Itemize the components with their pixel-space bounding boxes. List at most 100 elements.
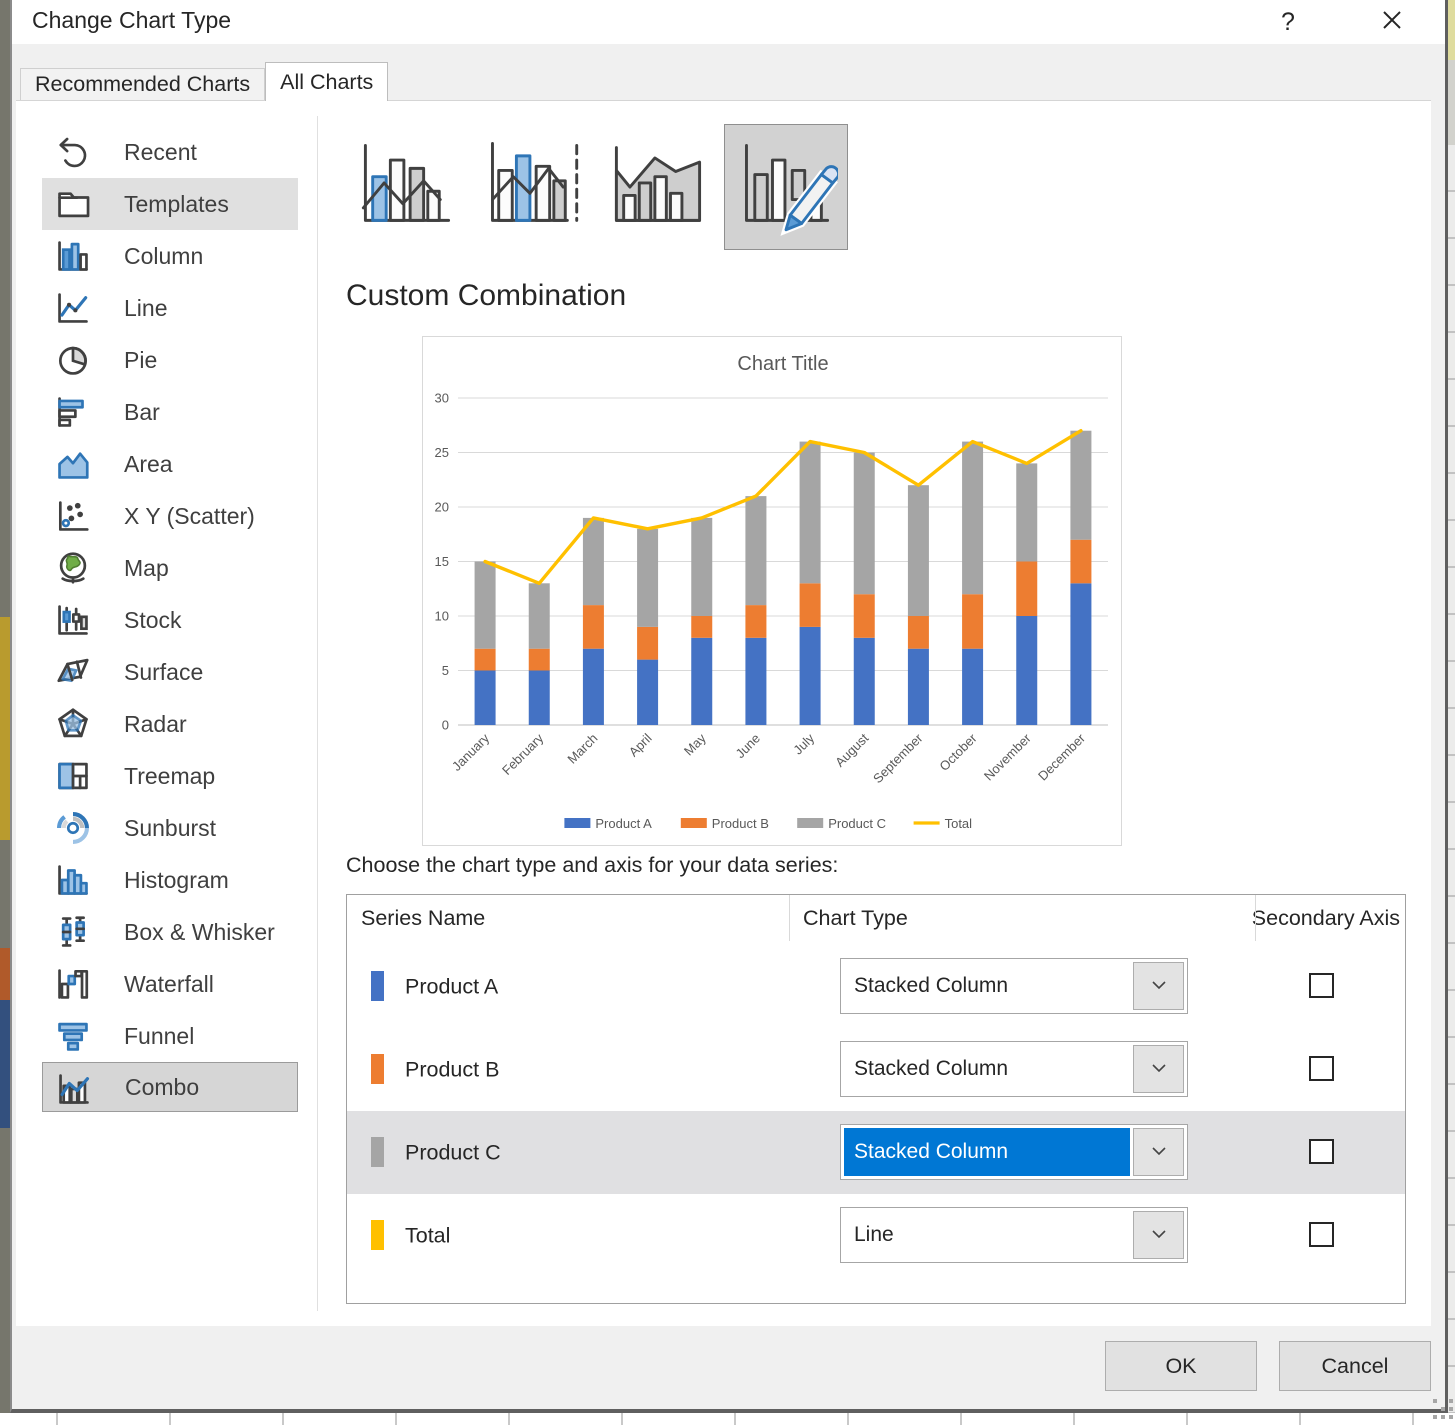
sidebar-item-column[interactable]: Column xyxy=(42,230,298,282)
all-charts-tab-page: Recent Templates Column Line Pie Bar Are… xyxy=(16,100,1431,1326)
column-header-secondary-axis: Secondary Axis xyxy=(1252,906,1400,931)
sidebar-item-xy-scatter[interactable]: X Y (Scatter) xyxy=(42,490,298,542)
help-button[interactable]: ? xyxy=(1270,4,1306,40)
funnel-icon xyxy=(54,1017,92,1055)
svg-text:September: September xyxy=(870,730,926,786)
close-button[interactable] xyxy=(1372,4,1412,40)
scatter-icon xyxy=(54,497,92,535)
recent-icon xyxy=(54,133,92,171)
sunburst-icon xyxy=(54,809,92,847)
svg-text:0: 0 xyxy=(442,718,449,733)
custom-combination-icon xyxy=(734,133,838,242)
area-icon xyxy=(54,445,92,483)
svg-text:July: July xyxy=(790,730,817,757)
sidebar-item-box-whisker[interactable]: Box & Whisker xyxy=(42,906,298,958)
series-table-caption: Choose the chart type and axis for your … xyxy=(346,853,838,878)
series-row-product-a: Product A Stacked Column xyxy=(347,945,1405,1028)
series-table: Series Name Chart Type Secondary Axis Pr… xyxy=(346,894,1406,1304)
column-header-chart-type: Chart Type xyxy=(803,906,908,931)
svg-text:June: June xyxy=(732,731,763,762)
secondary-axis-checkbox[interactable] xyxy=(1309,1139,1334,1164)
svg-text:Chart Title: Chart Title xyxy=(737,353,828,375)
resize-grip-icon[interactable] xyxy=(1433,1399,1437,1403)
svg-text:February: February xyxy=(499,730,547,778)
svg-text:August: August xyxy=(832,730,871,769)
sidebar-item-histogram[interactable]: Histogram xyxy=(42,854,298,906)
svg-text:5: 5 xyxy=(442,663,449,678)
sidebar-item-recent[interactable]: Recent xyxy=(42,126,298,178)
dialog-titlebar: Change Chart Type ? xyxy=(12,0,1445,44)
series-color-swatch xyxy=(371,1137,384,1167)
sidebar-item-stock[interactable]: Stock xyxy=(42,594,298,646)
chevron-down-icon xyxy=(1151,1143,1167,1161)
sidebar-item-combo[interactable]: Combo xyxy=(42,1062,298,1112)
secondary-axis-checkbox[interactable] xyxy=(1309,1056,1334,1081)
column-header-series-name: Series Name xyxy=(361,906,485,931)
sidebar-item-surface[interactable]: Surface xyxy=(42,646,298,698)
bar-icon xyxy=(54,393,92,431)
waterfall-icon xyxy=(54,965,92,1003)
svg-text:April: April xyxy=(626,730,655,759)
histogram-icon xyxy=(54,861,92,899)
clustered-column-line-icon xyxy=(355,133,459,242)
dialog-footer: OK Cancel xyxy=(12,1325,1445,1409)
box-whisker-icon xyxy=(54,913,92,951)
chart-type-dropdown-selected[interactable]: Stacked Column xyxy=(840,1124,1188,1180)
tab-all-charts[interactable]: All Charts xyxy=(265,62,388,101)
series-name: Product A xyxy=(405,974,498,999)
tab-bar: Recommended Charts All Charts xyxy=(20,62,388,100)
svg-text:Product B: Product B xyxy=(712,816,769,831)
combo-type-clustered-column-line[interactable] xyxy=(345,124,469,250)
pie-icon xyxy=(54,341,92,379)
map-icon xyxy=(54,549,92,587)
svg-text:December: December xyxy=(1035,730,1088,783)
close-icon xyxy=(1380,8,1404,37)
sidebar-item-waterfall[interactable]: Waterfall xyxy=(42,958,298,1010)
series-name: Product B xyxy=(405,1057,499,1082)
page-title: Custom Combination xyxy=(346,279,626,313)
sidebar-item-bar[interactable]: Bar xyxy=(42,386,298,438)
svg-text:Product C: Product C xyxy=(828,816,886,831)
sidebar-item-templates[interactable]: Templates xyxy=(42,178,298,230)
svg-text:20: 20 xyxy=(435,500,449,515)
svg-text:January: January xyxy=(449,730,493,774)
svg-text:15: 15 xyxy=(435,554,449,569)
clustered-column-line-secondary-axis-icon xyxy=(480,133,584,242)
combo-type-stacked-area-clustered-column[interactable] xyxy=(596,124,720,250)
svg-text:November: November xyxy=(981,730,1034,783)
svg-text:Product A: Product A xyxy=(595,816,652,831)
combo-type-custom-combination[interactable] xyxy=(724,124,848,250)
radar-icon xyxy=(54,705,92,743)
svg-text:10: 10 xyxy=(435,609,449,624)
series-color-swatch xyxy=(371,1220,384,1250)
line-icon xyxy=(54,289,92,327)
svg-text:May: May xyxy=(681,730,709,758)
sidebar-item-line[interactable]: Line xyxy=(42,282,298,334)
secondary-axis-checkbox[interactable] xyxy=(1309,1222,1334,1247)
sidebar-item-funnel[interactable]: Funnel xyxy=(42,1010,298,1062)
tab-recommended-charts[interactable]: Recommended Charts xyxy=(20,68,265,100)
series-name: Product C xyxy=(405,1140,501,1165)
sidebar-item-pie[interactable]: Pie xyxy=(42,334,298,386)
combo-type-clustered-column-line-secondary-axis[interactable] xyxy=(470,124,594,250)
chart-type-dropdown[interactable]: Line xyxy=(840,1207,1188,1263)
column-icon xyxy=(54,237,92,275)
series-row-total: Total Line xyxy=(347,1194,1405,1277)
sidebar-item-radar[interactable]: Radar xyxy=(42,698,298,750)
secondary-axis-checkbox[interactable] xyxy=(1309,973,1334,998)
templates-icon xyxy=(54,185,92,223)
sidebar-item-area[interactable]: Area xyxy=(42,438,298,490)
dialog-title: Change Chart Type xyxy=(32,7,231,34)
series-color-swatch xyxy=(371,1054,384,1084)
sidebar-item-map[interactable]: Map xyxy=(42,542,298,594)
stock-icon xyxy=(54,601,92,639)
cancel-button[interactable]: Cancel xyxy=(1279,1341,1431,1391)
series-row-product-b: Product B Stacked Column xyxy=(347,1028,1405,1111)
sidebar-item-treemap[interactable]: Treemap xyxy=(42,750,298,802)
sidebar-item-sunburst[interactable]: Sunburst xyxy=(42,802,298,854)
column-separator xyxy=(1255,895,1256,941)
column-separator xyxy=(789,895,790,941)
chart-type-dropdown[interactable]: Stacked Column xyxy=(840,1041,1188,1097)
ok-button[interactable]: OK xyxy=(1105,1341,1257,1391)
chart-type-dropdown[interactable]: Stacked Column xyxy=(840,958,1188,1014)
